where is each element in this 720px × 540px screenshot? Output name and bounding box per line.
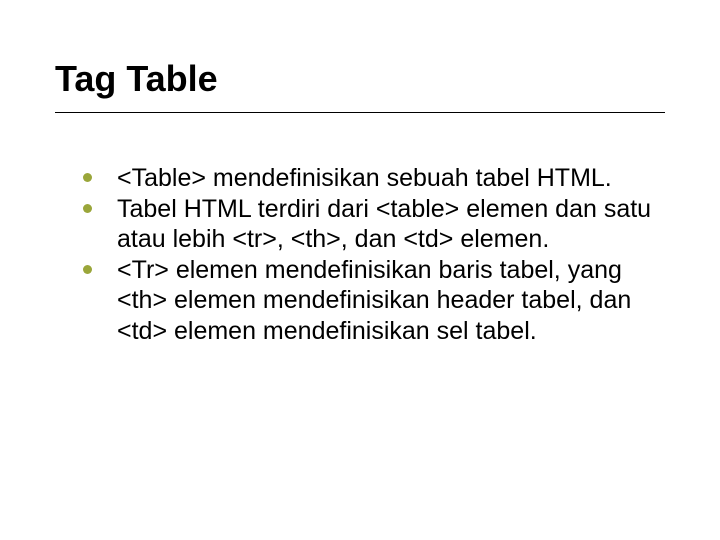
bullet-icon — [83, 265, 92, 274]
bullet-icon — [83, 204, 92, 213]
slide-container: Tag Table <Table> mendefinisikan sebuah … — [0, 0, 720, 540]
bullet-list: <Table> mendefinisikan sebuah tabel HTML… — [83, 163, 665, 346]
bullet-icon — [83, 173, 92, 182]
list-item: <Tr> elemen mendefinisikan baris tabel, … — [83, 255, 665, 347]
bullet-text: <Table> mendefinisikan sebuah tabel HTML… — [117, 164, 612, 192]
slide-title: Tag Table — [55, 58, 665, 113]
bullet-text: <Tr> elemen mendefinisikan baris tabel, … — [117, 256, 631, 345]
slide-content: <Table> mendefinisikan sebuah tabel HTML… — [55, 163, 665, 346]
list-item: Tabel HTML terdiri dari <table> elemen d… — [83, 194, 665, 255]
bullet-text: Tabel HTML terdiri dari <table> elemen d… — [117, 195, 651, 254]
list-item: <Table> mendefinisikan sebuah tabel HTML… — [83, 163, 665, 194]
